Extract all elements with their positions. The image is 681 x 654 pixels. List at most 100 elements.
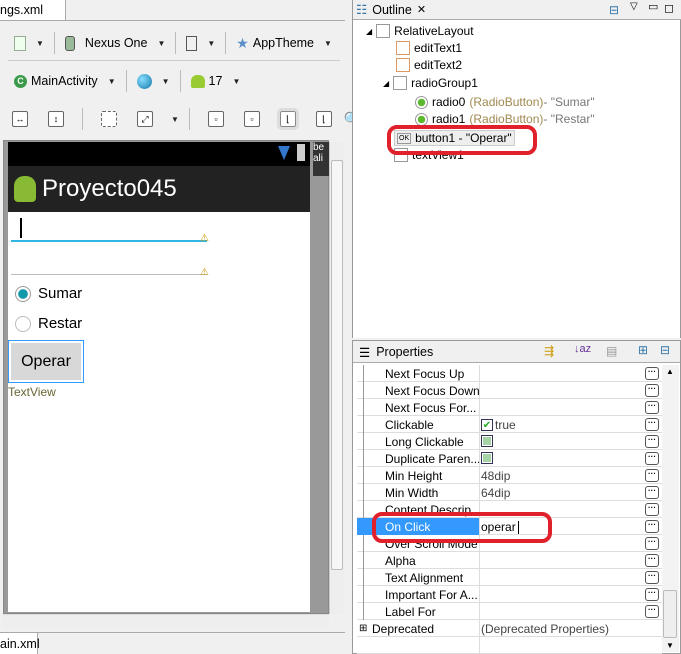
dropdown-icon[interactable]: ▼ bbox=[207, 39, 215, 48]
app-title: Proyecto045 bbox=[42, 175, 177, 202]
vertical-scrollbar[interactable] bbox=[329, 142, 344, 614]
ellipsis-button[interactable]: ··· bbox=[645, 401, 659, 414]
ellipsis-button[interactable]: ··· bbox=[645, 520, 659, 533]
property-row[interactable]: Label For ··· bbox=[357, 603, 662, 620]
outline-item-edittext2[interactable]: editText2 bbox=[396, 58, 462, 72]
editor-tab[interactable]: ngs.xml bbox=[0, 0, 66, 20]
properties-scrollbar[interactable]: ▲ ▼ bbox=[662, 365, 679, 652]
property-row[interactable]: Text Alignment ··· bbox=[357, 569, 662, 586]
ellipsis-button[interactable]: ··· bbox=[645, 418, 659, 431]
fit-icon[interactable]: ⤢ bbox=[137, 111, 153, 127]
radio-sumar[interactable]: Sumar bbox=[15, 285, 82, 302]
dropdown-icon[interactable]: ▼ bbox=[232, 77, 240, 86]
horizontal-scrollbar[interactable] bbox=[3, 614, 329, 629]
restore-default-icon[interactable]: ▤ bbox=[606, 344, 617, 358]
property-row[interactable]: Alpha ··· bbox=[357, 552, 662, 569]
dropdown-icon[interactable]: ▼ bbox=[108, 77, 116, 86]
collapse-all-icon[interactable]: ⊟ bbox=[609, 3, 619, 17]
align-v-icon[interactable]: ▫ bbox=[243, 111, 260, 127]
property-value[interactable] bbox=[481, 452, 495, 464]
fill-width-icon[interactable]: ↔ bbox=[12, 111, 28, 127]
outline-tab[interactable]: ☷ Outline ✕ bbox=[356, 2, 426, 18]
dropdown-icon[interactable]: ▼ bbox=[36, 39, 44, 48]
expand-all-icon[interactable]: ⊞ bbox=[638, 343, 648, 357]
property-row[interactable]: Important For A... ··· bbox=[357, 586, 662, 603]
radio-unchecked-icon bbox=[15, 315, 31, 332]
properties-tab[interactable]: ☰ Properties bbox=[359, 345, 433, 360]
checkbox-checked-icon[interactable]: ✔ bbox=[481, 419, 493, 431]
edittext-warning-icon bbox=[396, 41, 410, 55]
ellipsis-button[interactable]: ··· bbox=[645, 367, 659, 380]
ellipsis-button[interactable]: ··· bbox=[645, 384, 659, 397]
layout-params-icon[interactable]: ⌊ bbox=[315, 111, 332, 127]
property-row[interactable]: Min Height 48dip ··· bbox=[357, 467, 662, 484]
property-row[interactable]: Min Width 64dip ··· bbox=[357, 484, 662, 501]
align-h-icon[interactable]: ▫ bbox=[207, 111, 224, 127]
checkbox-unchecked-icon[interactable] bbox=[481, 452, 493, 464]
outline-item-edittext1[interactable]: editText1 bbox=[396, 41, 462, 55]
ellipsis-button[interactable]: ··· bbox=[645, 537, 659, 550]
ellipsis-button[interactable]: ··· bbox=[645, 605, 659, 618]
device-select[interactable]: Nexus One bbox=[85, 36, 148, 50]
checkbox-unchecked-icon[interactable] bbox=[481, 435, 493, 447]
property-value[interactable]: 64dip bbox=[481, 486, 510, 500]
property-value[interactable]: ✔ true bbox=[481, 418, 516, 432]
wifi-icon bbox=[278, 146, 290, 160]
ellipsis-button[interactable]: ··· bbox=[645, 486, 659, 499]
radio-restar[interactable]: Restar bbox=[15, 315, 82, 332]
property-row[interactable]: Next Focus For... ··· bbox=[357, 399, 662, 416]
collapse-all-icon[interactable]: ⊟ bbox=[660, 343, 670, 357]
theme-select[interactable]: AppTheme bbox=[253, 36, 314, 50]
expand-icon[interactable]: ⊞ bbox=[359, 623, 367, 634]
property-value[interactable]: 48dip bbox=[481, 469, 510, 483]
ellipsis-button[interactable]: ··· bbox=[645, 571, 659, 584]
dropdown-icon[interactable]: ▼ bbox=[324, 39, 332, 48]
property-row-empty bbox=[357, 637, 662, 654]
property-row-deprecated[interactable]: ⊞ Deprecated (Deprecated Properties) bbox=[357, 620, 662, 637]
sort-alpha-icon[interactable]: ↓az bbox=[574, 343, 591, 355]
show-advanced-icon[interactable]: ⇶ bbox=[544, 344, 554, 358]
activity-select[interactable]: MainActivity bbox=[31, 74, 98, 88]
layout-file-icon[interactable] bbox=[14, 35, 26, 51]
view-menu-icon[interactable]: ▽ bbox=[630, 1, 638, 12]
scroll-thumb[interactable] bbox=[663, 590, 677, 638]
outline-item-relativelayout[interactable]: ◢ RelativeLayout bbox=[366, 24, 474, 38]
property-row[interactable]: Next Focus Down ··· bbox=[357, 382, 662, 399]
maximize-icon[interactable]: ◻ bbox=[664, 1, 674, 15]
layout-mode-icon[interactable]: ⌊ bbox=[276, 108, 299, 130]
property-value[interactable] bbox=[481, 435, 495, 447]
scroll-thumb[interactable] bbox=[331, 160, 343, 570]
globe-icon[interactable] bbox=[136, 73, 152, 89]
property-row[interactable]: Duplicate Paren... ··· bbox=[357, 450, 662, 467]
fill-height-icon[interactable]: ↕ bbox=[48, 111, 64, 127]
dropdown-icon[interactable]: ▼ bbox=[157, 39, 165, 48]
outline-item-radiogroup1[interactable]: ◢ radioGroup1 bbox=[383, 76, 478, 90]
outline-item-radio0[interactable]: radio0 (RadioButton) - "Sumar" bbox=[415, 95, 595, 109]
property-name: Label For bbox=[385, 605, 436, 619]
edit-text-1[interactable] bbox=[11, 218, 207, 242]
ellipsis-button[interactable]: ··· bbox=[645, 554, 659, 567]
toolbar-row-1: ▼ Nexus One ▼ ▼ ★ AppTheme ▼ bbox=[14, 32, 332, 54]
property-row[interactable]: Next Focus Up ··· bbox=[357, 365, 662, 382]
ellipsis-button[interactable]: ··· bbox=[645, 503, 659, 516]
orientation-icon[interactable] bbox=[186, 35, 198, 51]
margins-icon[interactable] bbox=[101, 111, 117, 127]
ellipsis-button[interactable]: ··· bbox=[645, 588, 659, 601]
editor-tab-bottom[interactable]: ain.xml bbox=[0, 633, 40, 654]
divider bbox=[0, 632, 345, 633]
operar-button[interactable]: Operar bbox=[8, 340, 84, 383]
ellipsis-button[interactable]: ··· bbox=[645, 435, 659, 448]
close-icon[interactable]: ✕ bbox=[417, 3, 426, 16]
ellipsis-button[interactable]: ··· bbox=[645, 469, 659, 482]
ellipsis-button[interactable]: ··· bbox=[645, 452, 659, 465]
property-name: Long Clickable bbox=[385, 435, 464, 449]
dropdown-icon[interactable]: ▼ bbox=[162, 77, 170, 86]
property-row[interactable]: Long Clickable ··· bbox=[357, 433, 662, 450]
dropdown-icon[interactable]: ▼ bbox=[171, 115, 179, 124]
property-row[interactable]: Clickable ✔ true ··· bbox=[357, 416, 662, 433]
api-level-select[interactable]: 17 bbox=[209, 74, 223, 88]
minimize-icon[interactable]: ▭ bbox=[648, 0, 658, 13]
edit-text-2[interactable] bbox=[11, 260, 207, 275]
textview[interactable]: TextView bbox=[8, 385, 56, 399]
outline-item-radio1[interactable]: radio1 (RadioButton) - "Restar" bbox=[415, 112, 595, 126]
